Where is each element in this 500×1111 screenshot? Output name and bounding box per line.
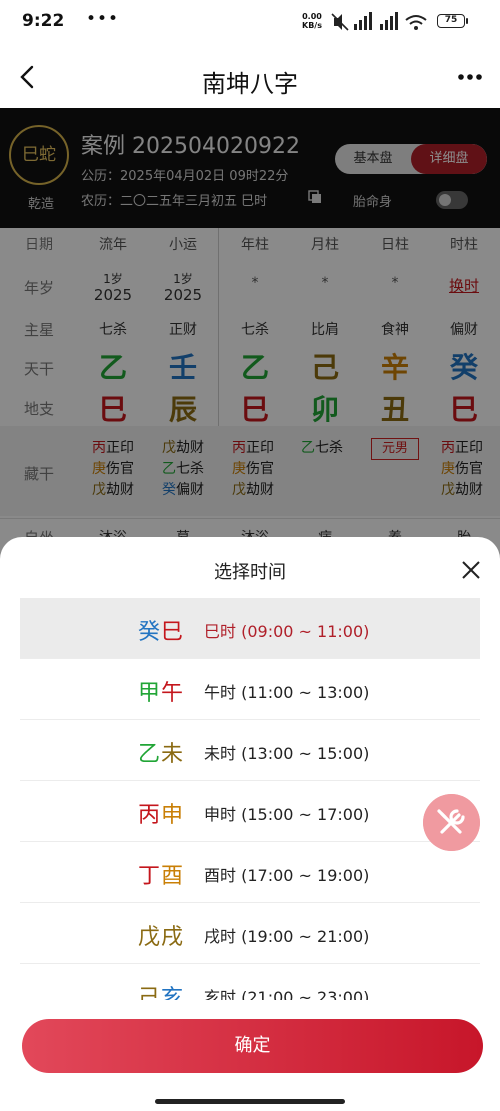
net-speed-unit: KB/s	[302, 21, 322, 30]
option-label: 巳时 (09:00 ~ 11:00)	[204, 622, 370, 641]
option-ganzhi: 丁酉	[138, 858, 184, 890]
signal-icon-1	[354, 12, 372, 30]
option-label: 戌时 (19:00 ~ 21:00)	[204, 927, 370, 946]
option-zhi: 午	[161, 681, 185, 706]
option-ganzhi: 癸巳	[138, 614, 184, 646]
status-icons	[331, 12, 427, 31]
signal-icon-2	[380, 12, 398, 30]
wifi-icon	[405, 15, 427, 30]
option-ganzhi: 甲午	[138, 675, 184, 707]
option-label: 亥时 (21:00 ~ 23:00)	[204, 988, 370, 1000]
option-label: 酉时 (17:00 ~ 19:00)	[204, 866, 370, 885]
option-label: 午时 (11:00 ~ 13:00)	[204, 683, 370, 702]
time-option-shen[interactable]: 丙申 申时 (15:00 ~ 17:00)	[20, 781, 480, 842]
option-zhi: 酉	[161, 864, 185, 889]
net-speed: 0.00 KB/s	[302, 12, 322, 30]
status-bar: 9:22 ••• 0.00 KB/s 75	[0, 0, 500, 44]
home-indicator	[155, 1099, 345, 1104]
nav-bar: 南坤八字	[0, 48, 500, 108]
option-label: 申时 (15:00 ~ 17:00)	[204, 805, 370, 824]
time-option-wu[interactable]: 甲午 午时 (11:00 ~ 13:00)	[20, 659, 480, 720]
time-option-xu[interactable]: 戊戌 戌时 (19:00 ~ 21:00)	[20, 903, 480, 964]
page-title: 南坤八字	[202, 70, 298, 98]
time-option-wei[interactable]: 乙未 未时 (13:00 ~ 15:00)	[20, 720, 480, 781]
option-ganzhi: 戊戌	[138, 919, 184, 951]
time-option-si[interactable]: 癸巳 巳时 (09:00 ~ 11:00)	[20, 598, 480, 659]
option-ganzhi: 丙申	[138, 797, 184, 829]
option-gan: 癸	[138, 620, 162, 645]
mute-icon	[331, 13, 349, 31]
option-gan: 戊	[138, 925, 162, 950]
sheet-title: 选择时间	[214, 562, 286, 583]
option-gan: 丙	[138, 803, 162, 828]
option-ganzhi: 乙未	[138, 736, 184, 768]
net-speed-value: 0.00	[302, 12, 322, 21]
option-ganzhi: 己亥	[138, 980, 184, 1000]
option-zhi: 戌	[161, 925, 185, 950]
confirm-button[interactable]: 确定	[22, 1019, 483, 1073]
option-gan: 乙	[138, 742, 162, 767]
status-time: 9:22	[22, 11, 65, 31]
option-zhi: 申	[161, 803, 185, 828]
option-gan: 甲	[138, 681, 162, 706]
option-zhi: 巳	[161, 620, 185, 645]
option-gan: 丁	[138, 864, 162, 889]
tools-icon[interactable]	[423, 794, 480, 851]
option-zhi: 未	[161, 742, 185, 767]
notification-dots: •••	[86, 9, 120, 29]
time-option-list[interactable]: 癸巳 巳时 (09:00 ~ 11:00) 甲午 午时 (11:00 ~ 13:…	[20, 598, 480, 1000]
time-option-you[interactable]: 丁酉 酉时 (17:00 ~ 19:00)	[20, 842, 480, 903]
option-zhi: 亥	[161, 986, 185, 1000]
battery-icon: 75	[437, 14, 468, 28]
option-gan: 己	[138, 986, 162, 1000]
close-icon[interactable]	[457, 556, 485, 584]
more-icon[interactable]	[455, 62, 485, 92]
time-option-hai[interactable]: 己亥 亥时 (21:00 ~ 23:00)	[20, 964, 480, 1000]
option-label: 未时 (13:00 ~ 15:00)	[204, 744, 370, 763]
